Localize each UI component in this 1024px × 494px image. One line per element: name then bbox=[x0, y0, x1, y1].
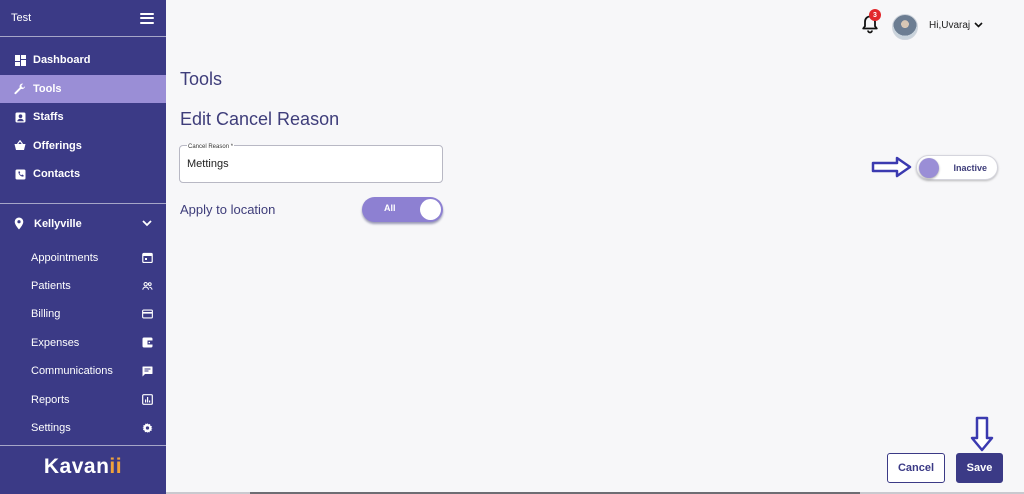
sidebar-item-label: Expenses bbox=[31, 336, 80, 349]
sidebar-divider bbox=[0, 445, 166, 446]
sidebar-item-offerings[interactable]: Offerings bbox=[0, 132, 166, 161]
location-selector[interactable]: Kellyville bbox=[0, 204, 166, 244]
sidebar-header: Test bbox=[0, 0, 166, 37]
sidebar-item-label: Reports bbox=[31, 393, 70, 406]
cancel-reason-input[interactable] bbox=[187, 158, 427, 170]
sidebar-item-label: Staffs bbox=[33, 111, 64, 124]
cancel-reason-label: Cancel Reason * bbox=[187, 144, 235, 150]
sidebar-item-staffs[interactable]: Staffs bbox=[0, 103, 166, 132]
avatar[interactable] bbox=[892, 14, 918, 40]
sidebar: Test Dashboard Tools Staffs Offerings Co… bbox=[0, 0, 166, 494]
sidebar-item-label: Dashboard bbox=[33, 54, 91, 67]
main-nav: Dashboard Tools Staffs Offerings Contact… bbox=[0, 46, 166, 189]
toggle-knob bbox=[420, 199, 441, 220]
sidebar-item-label: Contacts bbox=[33, 168, 81, 181]
sidebar-item-label: Tools bbox=[33, 82, 62, 95]
sidebar-item-label: Billing bbox=[31, 308, 61, 321]
location-sub-nav: Appointments Patients Billing Expenses C… bbox=[0, 244, 166, 443]
apply-location-label: Apply to location bbox=[180, 202, 276, 217]
user-greeting: Hi,Uvaraj bbox=[929, 20, 971, 31]
sidebar-item-appointments[interactable]: Appointments bbox=[0, 244, 166, 272]
wallet-icon bbox=[142, 337, 153, 348]
user-menu[interactable]: Hi,Uvaraj bbox=[929, 20, 983, 31]
report-chart-icon bbox=[142, 394, 153, 406]
sidebar-item-label: Appointments bbox=[31, 251, 99, 264]
cancel-reason-field: Cancel Reason * bbox=[179, 144, 443, 183]
sidebar-item-contacts[interactable]: Contacts bbox=[0, 160, 166, 189]
location-label: Kellyville bbox=[34, 217, 82, 230]
chat-icon bbox=[142, 366, 153, 377]
people-icon bbox=[142, 281, 153, 292]
sidebar-item-label: Communications bbox=[31, 365, 113, 378]
toggle-label: Inactive bbox=[953, 163, 987, 173]
save-button[interactable]: Save bbox=[956, 453, 1003, 483]
sidebar-item-label: Offerings bbox=[33, 139, 82, 152]
sidebar-item-patients[interactable]: Patients bbox=[0, 272, 166, 300]
arrow-right-icon bbox=[871, 156, 913, 183]
chevron-down-icon bbox=[142, 218, 152, 230]
gear-icon bbox=[142, 422, 153, 434]
apply-location-toggle[interactable]: All bbox=[362, 197, 443, 222]
sidebar-item-settings[interactable]: Settings bbox=[0, 414, 166, 442]
status-toggle[interactable]: Inactive bbox=[916, 155, 998, 180]
arrow-down-icon bbox=[970, 416, 994, 457]
cancel-button[interactable]: Cancel bbox=[887, 453, 945, 483]
toggle-knob bbox=[919, 158, 939, 178]
credit-card-icon bbox=[142, 309, 153, 320]
section-title: Edit Cancel Reason bbox=[180, 109, 340, 129]
sidebar-item-reports[interactable]: Reports bbox=[0, 385, 166, 413]
wrench-icon bbox=[14, 83, 26, 95]
sidebar-item-label: Settings bbox=[31, 422, 71, 435]
page-title: Tools bbox=[180, 69, 223, 89]
badge-icon bbox=[14, 111, 26, 123]
sidebar-item-tools[interactable]: Tools bbox=[0, 74, 166, 103]
dashboard-icon bbox=[14, 54, 26, 66]
basket-icon bbox=[14, 140, 26, 152]
hamburger-menu-icon[interactable] bbox=[140, 12, 154, 24]
kavanii-logo: Kavanii bbox=[43, 455, 123, 478]
sidebar-item-billing[interactable]: Billing bbox=[0, 300, 166, 328]
toggle-label: All bbox=[384, 203, 396, 213]
sidebar-item-communications[interactable]: Communications bbox=[0, 357, 166, 385]
phone-book-icon bbox=[14, 168, 26, 180]
notification-badge: 3 bbox=[869, 9, 881, 21]
sidebar-item-label: Patients bbox=[31, 280, 71, 293]
location-pin-icon bbox=[14, 217, 26, 230]
chevron-down-icon bbox=[970, 20, 983, 31]
calendar-icon bbox=[142, 252, 153, 264]
sidebar-item-dashboard[interactable]: Dashboard bbox=[0, 46, 166, 75]
app-title: Test bbox=[11, 12, 32, 24]
sidebar-item-expenses[interactable]: Expenses bbox=[0, 329, 166, 357]
